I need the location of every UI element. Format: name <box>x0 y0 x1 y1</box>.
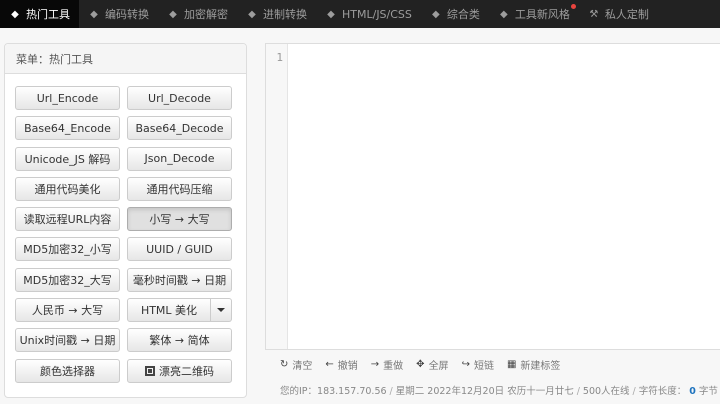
menu-title: 菜单：热门工具 <box>5 44 246 74</box>
nav-label: 工具新风格 <box>514 8 570 21</box>
lunar-date: 农历十一月廿七 <box>507 386 574 397</box>
length-label: 字符长度： <box>638 386 687 397</box>
nav-tab-crypto[interactable]: ◆ 加密解密 <box>158 0 237 28</box>
wrench-icon: ⚒ <box>589 8 599 20</box>
nav-tab-new-style[interactable]: ◆ 工具新风格 <box>489 0 579 28</box>
qrcode-icon <box>145 365 155 376</box>
tag-icon: ◆ <box>169 8 177 20</box>
tool-label: 短链 <box>473 360 494 372</box>
base64-encode-button[interactable]: Base64_Encode <box>15 116 120 141</box>
unicode-js-decode-button[interactable]: Unicode_JS 解码 <box>15 146 120 171</box>
fullscreen-icon: ✥ <box>416 358 425 370</box>
weekday: 星期二 <box>395 386 425 397</box>
tool-label: 撤销 <box>337 360 358 372</box>
unix-timestamp-to-date-button[interactable]: Unix时间戳 → 日期 <box>15 328 120 353</box>
online-count: 500人在线 <box>582 386 630 397</box>
traditional-to-simplified-button[interactable]: 繁体 → 简体 <box>127 328 232 353</box>
refresh-icon: ↻ <box>280 358 289 370</box>
url-encode-button[interactable]: Url_Encode <box>15 86 120 110</box>
nav-label: 私人定制 <box>604 8 649 21</box>
fullscreen-button[interactable]: ✥ 全屏 <box>416 357 448 372</box>
top-navigation: ◆ 热门工具 ◆ 编码转换 ◆ 加密解密 ◆ 进制转换 ◆ HTML/JS/CS… <box>0 0 720 28</box>
html-beautify-button[interactable]: HTML 美化 <box>127 298 211 323</box>
nav-tab-html-js-css[interactable]: ◆ HTML/JS/CSS <box>316 0 421 28</box>
qrcode-button[interactable]: 漂亮二维码 <box>127 358 232 383</box>
undo-button[interactable]: ← 撤销 <box>325 357 357 372</box>
read-remote-url-button[interactable]: 读取远程URL内容 <box>15 207 120 232</box>
tag-icon: ◆ <box>248 8 256 20</box>
nav-tab-misc[interactable]: ◆ 综合类 <box>421 0 489 28</box>
lower-to-upper-button[interactable]: 小写 → 大写 <box>127 207 232 232</box>
tag-icon: ◆ <box>11 8 19 20</box>
html-beautify-split-button: HTML 美化 <box>127 298 232 323</box>
short-link-button[interactable]: ↪ 短链 <box>462 357 494 372</box>
nav-label: 编码转换 <box>105 8 149 21</box>
caret-down-icon <box>217 308 225 313</box>
tag-icon: ◆ <box>90 8 98 20</box>
nav-label: 进制转换 <box>263 8 307 21</box>
tool-label: 新建标签 <box>520 360 561 372</box>
tag-icon: ◆ <box>500 8 508 20</box>
html-beautify-dropdown-toggle[interactable] <box>211 298 232 323</box>
char-count: 0 <box>689 386 696 397</box>
tool-label: 清空 <box>292 360 313 372</box>
date: 2022年12月20日 <box>427 386 505 397</box>
nav-tab-radix[interactable]: ◆ 进制转换 <box>237 0 316 28</box>
tag-icon: ◆ <box>432 8 440 20</box>
redo-button[interactable]: → 重做 <box>371 357 403 372</box>
status-bar: 您的IP：183.157.70.56/星期二 2022年12月20日 农历十一月… <box>280 386 718 397</box>
line-number: 1 <box>276 51 283 64</box>
nav-tab-hot-tools[interactable]: ◆ 热门工具 <box>0 0 79 28</box>
nav-tab-encoding[interactable]: ◆ 编码转换 <box>79 0 158 28</box>
url-decode-button[interactable]: Url_Decode <box>127 86 232 110</box>
nav-label: 加密解密 <box>184 8 228 21</box>
nav-tab-custom[interactable]: ⚒ 私人定制 <box>579 0 658 28</box>
tool-button-grid: Url_Encode Url_Decode Base64_Encode Base… <box>15 86 232 389</box>
qrcode-button-label: 漂亮二维码 <box>159 364 214 378</box>
uuid-guid-button[interactable]: UUID / GUID <box>127 237 232 262</box>
tool-label: 重做 <box>383 360 404 372</box>
color-picker-button[interactable]: 颜色选择器 <box>15 358 120 383</box>
arrow-right-icon: → <box>370 358 380 370</box>
editor-toolbar: ↻ 清空 ← 撤销 → 重做 ✥ 全屏 ↪ 短链 ▦ 新建标签 <box>280 357 573 372</box>
nav-label: 综合类 <box>446 8 480 21</box>
json-decode-button[interactable]: Json_Decode <box>127 146 232 171</box>
new-badge-dot <box>570 4 576 9</box>
line-number-gutter: 1 <box>266 44 288 349</box>
md5-32-upper-button[interactable]: MD5加密32_大写 <box>15 267 120 292</box>
arrow-left-icon: ← <box>325 358 334 370</box>
nav-label: 热门工具 <box>26 8 70 21</box>
length-unit: 字节 <box>698 386 718 397</box>
ip-address: 183.157.70.56 <box>317 386 387 397</box>
clear-button[interactable]: ↻ 清空 <box>280 357 312 372</box>
tag-icon: ◆ <box>327 8 335 20</box>
ip-label: 您的IP： <box>280 386 318 397</box>
share-icon: ↪ <box>461 358 470 370</box>
code-editor[interactable]: 1 <box>265 43 720 350</box>
base64-decode-button[interactable]: Base64_Decode <box>127 116 232 141</box>
ms-timestamp-to-date-button[interactable]: 毫秒时间戳 → 日期 <box>127 267 232 292</box>
tool-label: 全屏 <box>428 360 449 372</box>
nav-label: HTML/JS/CSS <box>342 7 412 21</box>
md5-32-lower-button[interactable]: MD5加密32_小写 <box>15 237 120 262</box>
new-tab-button[interactable]: ▦ 新建标签 <box>507 357 560 372</box>
rmb-to-upper-button[interactable]: 人民币 → 大写 <box>15 298 120 323</box>
code-beautify-button[interactable]: 通用代码美化 <box>15 176 120 201</box>
grid-icon: ▦ <box>506 358 517 370</box>
code-minify-button[interactable]: 通用代码压缩 <box>127 176 232 201</box>
menu-panel: 菜单：热门工具 Url_Encode Url_Decode Base64_Enc… <box>4 43 247 398</box>
